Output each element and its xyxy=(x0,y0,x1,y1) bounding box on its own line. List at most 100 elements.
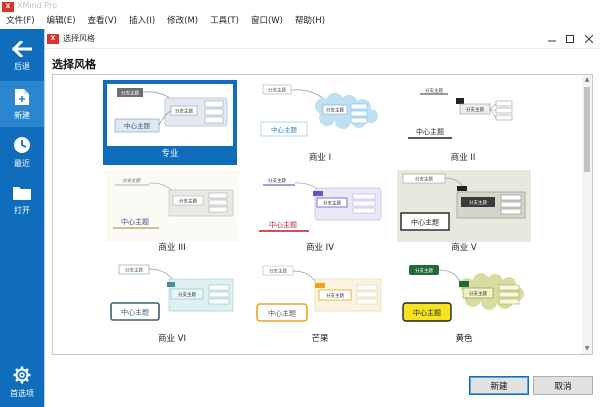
theme-thumbnail: 分支主题 分支主题 中心主题 xyxy=(107,84,233,146)
theme-thumbnail: 分支主题 分支主题 中心主题 xyxy=(396,80,530,152)
theme-thumbnail: 分支主题 分支主题 中心主题 xyxy=(397,170,531,242)
svg-text:分支主题: 分支主题 xyxy=(326,292,344,299)
sidebar-prefs-button[interactable]: 首选项 xyxy=(0,359,44,405)
svg-text:中心主题: 中心主题 xyxy=(121,308,149,317)
sidebar-open-button[interactable]: 打开 xyxy=(0,177,44,223)
theme-label: 商业 V xyxy=(451,243,477,253)
svg-text:中心主题: 中心主题 xyxy=(413,308,441,317)
app-window: X XMind Pro 文件(F) 编辑(E) 查看(V) 插入(I) 修改(M… xyxy=(0,0,600,407)
sidebar-prefs-label: 首选项 xyxy=(10,388,34,398)
sidebar-open-label: 打开 xyxy=(14,205,30,215)
svg-text:中心主题: 中心主题 xyxy=(411,218,439,227)
menu-modify[interactable]: 修改(M) xyxy=(163,14,202,29)
scroll-thumb[interactable] xyxy=(584,87,590,172)
create-button[interactable]: 新建 xyxy=(469,376,529,395)
theme-label: 商业 III xyxy=(158,243,186,253)
theme-tile-mango[interactable]: 分支主题 分支主题 中心主题 芒果 xyxy=(253,261,387,346)
theme-tile-business-6[interactable]: 分支主题 分支主题 中心主题 商业 VI xyxy=(105,261,239,346)
close-icon xyxy=(585,35,593,43)
svg-text:中心主题: 中心主题 xyxy=(416,127,444,136)
svg-text:分支主题: 分支主题 xyxy=(469,290,487,297)
dialog-title: 选择风格 xyxy=(63,34,95,43)
theme-thumbnail: 分支主题 分支主题 中心主题 xyxy=(253,261,387,333)
dialog-titlebar: X 选择风格 xyxy=(45,29,600,49)
main-titlebar: X XMind Pro xyxy=(0,0,600,14)
theme-tile-business-3[interactable]: 分支主题 分支主题 中心主题 商业 III xyxy=(105,170,239,255)
arrow-left-icon xyxy=(12,40,32,57)
theme-label: 黄色 xyxy=(455,334,473,344)
svg-text:分支主题: 分支主题 xyxy=(326,107,344,114)
sidebar: 后退 新建 最近 打开 首选项 xyxy=(0,29,44,407)
dialog-heading: 选择风格 xyxy=(52,58,96,71)
gear-icon xyxy=(13,366,31,383)
maximize-icon xyxy=(566,35,574,43)
svg-text:中心主题: 中心主题 xyxy=(271,125,298,134)
folder-icon xyxy=(13,186,31,200)
sidebar-recent-button[interactable]: 最近 xyxy=(0,129,44,175)
theme-label: 商业 I xyxy=(308,153,332,163)
svg-text:中心主题: 中心主题 xyxy=(121,217,149,226)
svg-text:分支主题: 分支主题 xyxy=(268,87,286,94)
sidebar-back-label: 后退 xyxy=(14,61,30,71)
theme-label: 商业 VI xyxy=(157,334,187,344)
theme-thumbnail: 分支主题 分支主题 中心主题 xyxy=(253,80,387,152)
theme-label: 商业 II xyxy=(450,153,476,163)
cancel-button[interactable]: 取消 xyxy=(533,376,593,395)
minimize-button[interactable] xyxy=(543,31,561,47)
svg-text:分支主题: 分支主题 xyxy=(323,200,341,207)
menu-insert[interactable]: 插入(I) xyxy=(125,14,159,29)
svg-text:分支主题: 分支主题 xyxy=(122,178,141,184)
svg-text:分支主题: 分支主题 xyxy=(469,199,487,206)
menu-window[interactable]: 窗口(W) xyxy=(247,14,287,29)
theme-thumbnail: 分支主题 分支主题 中心主题 xyxy=(105,261,239,333)
sidebar-back-button[interactable]: 后退 xyxy=(0,33,44,79)
menu-file[interactable]: 文件(F) xyxy=(2,14,39,29)
svg-text:分支主题: 分支主题 xyxy=(179,198,197,205)
theme-tile-business-1[interactable]: 分支主题 分支主题 中心主题 商业 I xyxy=(253,80,387,165)
theme-label: 商业 IV xyxy=(305,243,335,253)
scroll-up-arrow-icon[interactable]: ▲ xyxy=(582,75,592,85)
svg-text:分支主题: 分支主题 xyxy=(178,291,196,298)
svg-text:中心主题: 中心主题 xyxy=(269,220,297,229)
dialog-logo-icon: X xyxy=(47,34,59,44)
theme-gallery: 分支主题 分支主题 中心主题 专业 分支主题 分支主题 中心主题 商业 I 分支… xyxy=(52,74,593,355)
window-title: XMind Pro xyxy=(17,1,57,10)
svg-text:分支主题: 分支主题 xyxy=(268,177,286,184)
svg-text:分支主题: 分支主题 xyxy=(269,268,287,275)
theme-tile-yellow[interactable]: 分支主题 分支主题 中心主题 黄色 xyxy=(397,261,531,346)
svg-text:中心主题: 中心主题 xyxy=(268,309,296,318)
menu-tools[interactable]: 工具(T) xyxy=(206,14,243,29)
menu-edit[interactable]: 编辑(E) xyxy=(43,14,80,29)
maximize-button[interactable] xyxy=(561,31,579,47)
theme-dialog: X 选择风格 选择风格 分支主题 分支主题 中心主题 专业 分支主题 分支主题 … xyxy=(44,29,600,407)
menu-view[interactable]: 查看(V) xyxy=(84,14,121,29)
svg-text:分支主题: 分支主题 xyxy=(415,267,433,274)
theme-tile-business-5[interactable]: 分支主题 分支主题 中心主题 商业 V xyxy=(397,170,531,255)
svg-text:中心主题: 中心主题 xyxy=(124,121,151,130)
sidebar-new-label: 新建 xyxy=(14,110,30,120)
theme-thumbnail: 分支主题 分支主题 中心主题 xyxy=(397,261,531,333)
svg-text:分支主题: 分支主题 xyxy=(125,267,143,274)
theme-tile-business-2[interactable]: 分支主题 分支主题 中心主题 商业 II xyxy=(396,80,530,165)
scroll-down-arrow-icon[interactable]: ▼ xyxy=(582,344,592,354)
gallery-scrollbar[interactable]: ▲ ▼ xyxy=(582,75,592,354)
theme-tile-business-4[interactable]: 分支主题 分支主题 中心主题 商业 IV xyxy=(253,170,387,255)
svg-text:分支主题: 分支主题 xyxy=(175,108,193,115)
close-button[interactable] xyxy=(580,31,598,47)
svg-text:分支主题: 分支主题 xyxy=(121,90,139,97)
svg-text:分支主题: 分支主题 xyxy=(466,106,484,113)
theme-thumbnail: 分支主题 分支主题 中心主题 xyxy=(253,170,387,242)
theme-label: 专业 xyxy=(161,149,179,159)
menu-help[interactable]: 帮助(H) xyxy=(291,14,329,29)
new-file-icon xyxy=(15,88,29,105)
theme-tile-professional[interactable]: 分支主题 分支主题 中心主题 专业 xyxy=(103,80,237,165)
menu-bar: 文件(F) 编辑(E) 查看(V) 插入(I) 修改(M) 工具(T) 窗口(W… xyxy=(0,14,600,29)
app-logo-icon: X xyxy=(2,2,14,12)
sidebar-new-button[interactable]: 新建 xyxy=(0,81,44,127)
svg-text:分支主题: 分支主题 xyxy=(425,87,443,94)
sidebar-recent-label: 最近 xyxy=(14,158,30,168)
theme-thumbnail: 分支主题 分支主题 中心主题 xyxy=(105,170,239,242)
theme-label: 芒果 xyxy=(311,334,329,344)
svg-text:分支主题: 分支主题 xyxy=(415,176,433,183)
minimize-icon xyxy=(548,40,556,42)
